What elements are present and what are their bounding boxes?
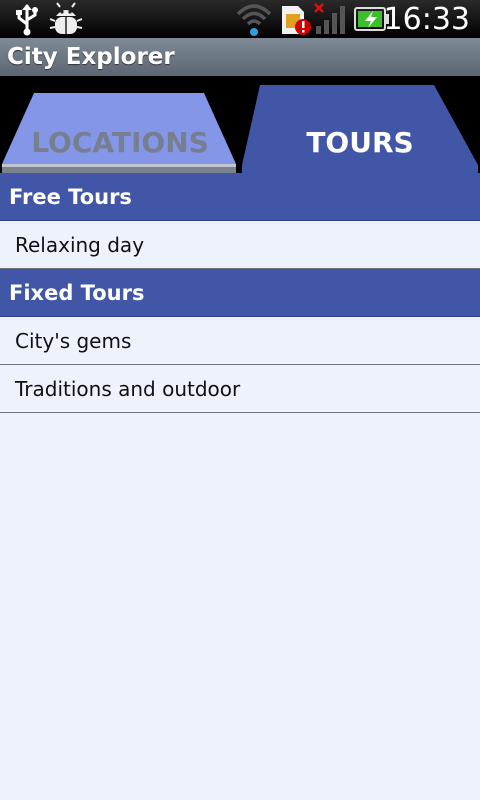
signal-no-service-icon [314, 3, 345, 34]
tab-tours[interactable]: TOURS [240, 76, 480, 173]
usb-icon [16, 4, 38, 36]
list-item[interactable]: Traditions and outdoor [0, 365, 480, 413]
section-header-fixed-tours: Fixed Tours [0, 269, 480, 317]
tab-tours-label: TOURS [306, 126, 414, 159]
tab-locations[interactable]: LOCATIONS [0, 76, 240, 173]
sim-alert-icon [282, 6, 311, 35]
tab-locations-label: LOCATIONS [31, 126, 209, 159]
clock: 16:33 [383, 2, 470, 37]
list-item[interactable]: City's gems [0, 317, 480, 365]
section-header-free-tours: Free Tours [0, 173, 480, 221]
tab-strip: LOCATIONS TOURS [0, 76, 480, 173]
app-title: City Explorer [7, 44, 175, 70]
app-title-bar: City Explorer [0, 38, 480, 76]
debug-bug-icon [49, 2, 83, 34]
list-item[interactable]: Relaxing day [0, 221, 480, 269]
wifi-icon [236, 4, 272, 36]
tours-list: Free Tours Relaxing day Fixed Tours City… [0, 173, 480, 413]
status-bar: 16:33 [0, 0, 480, 38]
